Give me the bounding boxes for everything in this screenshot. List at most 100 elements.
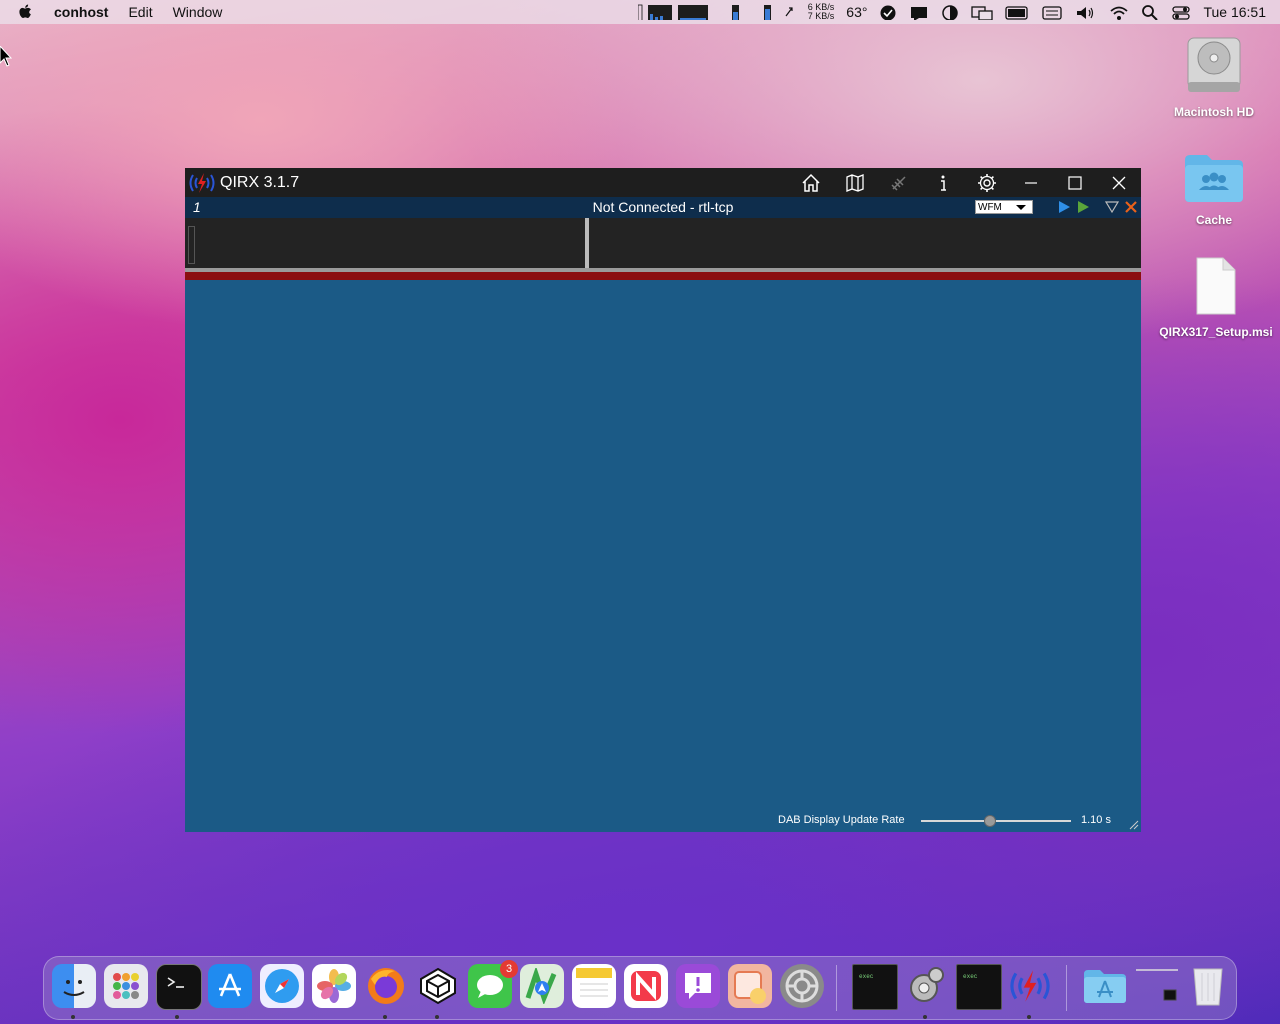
dock-feedback-assistant[interactable]: [676, 964, 720, 1008]
clock[interactable]: Tue 16:51: [1203, 4, 1266, 20]
dock-app-store[interactable]: [208, 964, 252, 1008]
disk-icon[interactable]: [752, 4, 772, 20]
network-speed[interactable]: 6 KB/s 7 KB/s: [808, 3, 835, 21]
home-button[interactable]: [789, 168, 833, 197]
window-titlebar[interactable]: QIRX 3.1.7: [185, 168, 1141, 197]
safari-compass-icon: [265, 969, 299, 1003]
downloads-stack-icon: [1136, 969, 1178, 1001]
chevron-down-icon: [1016, 205, 1026, 210]
terminal-icon: [167, 977, 184, 988]
status-menus: 6 KB/s 7 KB/s 63° Tue 16:51: [637, 0, 1266, 24]
maximize-button[interactable]: [1053, 168, 1097, 197]
map-button[interactable]: [833, 168, 877, 197]
contrast-icon[interactable]: [941, 4, 959, 20]
unity-cube-icon: [420, 967, 456, 1005]
desktop-icon-macintosh-hd[interactable]: Macintosh HD: [1154, 34, 1274, 119]
feedback-icon: [685, 973, 711, 999]
minimize-button[interactable]: [1009, 168, 1053, 197]
slider-knob[interactable]: [984, 815, 996, 827]
home-icon: [802, 173, 820, 192]
dock-downloads-stack[interactable]: [1134, 964, 1178, 1008]
dock-photos[interactable]: [312, 964, 356, 1008]
dock: 3 exec exec: [43, 956, 1237, 1020]
app-store-icon: [219, 973, 241, 997]
desktop-icon-qirx-setup[interactable]: QIRX317_Setup.msi: [1156, 256, 1276, 340]
wine-config-gear-icon: [910, 967, 944, 1002]
status-bar: 1 Not Connected - rtl-tcp WFM: [185, 197, 1141, 218]
qirx-logo-icon: [1010, 970, 1050, 1002]
play-green-icon[interactable]: [1076, 200, 1090, 214]
edit-menu[interactable]: Edit: [128, 4, 152, 20]
settings-button[interactable]: [965, 168, 1009, 197]
launchpad-grid-icon: [113, 973, 139, 999]
desktop-icon-cache[interactable]: Cache: [1154, 152, 1274, 227]
spectrum-display[interactable]: [185, 218, 1141, 268]
satellite-button[interactable]: [877, 168, 921, 197]
finder-icon: [63, 980, 85, 996]
window-menu[interactable]: Window: [173, 4, 223, 20]
dock-messages[interactable]: 3: [468, 960, 518, 1008]
update-rate-panel: DAB Display Update Rate 1.10 s: [185, 810, 1141, 832]
dock-exec-2[interactable]: exec: [956, 964, 1002, 1010]
temperature-readout[interactable]: 63°: [846, 4, 867, 20]
dock-terminal[interactable]: [156, 964, 202, 1010]
dock-unity-hub[interactable]: [416, 964, 460, 1008]
system-preferences-gear-icon: [785, 969, 819, 1003]
qirx-logo-icon: [189, 172, 215, 193]
desktop-icon-label: QIRX317_Setup.msi: [1159, 325, 1273, 339]
spotlight-search-icon[interactable]: [1141, 4, 1159, 20]
dock-wine-config[interactable]: [904, 964, 948, 1008]
dock-finder[interactable]: [52, 964, 96, 1008]
close-icon: [1112, 176, 1126, 189]
running-indicator: [175, 1015, 179, 1019]
dock-exec-1[interactable]: exec: [852, 964, 898, 1010]
play-blue-icon[interactable]: [1057, 200, 1071, 214]
cpu-graph-icon[interactable]: [637, 4, 708, 20]
control-center-icon[interactable]: [1171, 4, 1191, 20]
qirx-window: QIRX 3.1.7 1 Not Connected - rtl-tcp WFM…: [185, 168, 1141, 832]
gear-icon: [978, 173, 996, 192]
dock-maps[interactable]: [520, 964, 564, 1008]
sensors-icon[interactable]: [784, 4, 796, 20]
dock-notes[interactable]: [572, 964, 616, 1008]
dock-scrollbar-app[interactable]: [728, 964, 772, 1008]
notes-icon: [576, 968, 612, 997]
collapse-triangle-icon[interactable]: [1105, 200, 1119, 214]
dock-news[interactable]: [624, 964, 668, 1008]
notification-icon[interactable]: [909, 4, 929, 20]
window-title: QIRX 3.1.7: [220, 173, 300, 191]
map-icon: [846, 173, 864, 192]
keyboard-input-icon[interactable]: [1041, 4, 1063, 20]
shield-icon[interactable]: [879, 4, 897, 20]
document-icon: [1196, 257, 1236, 315]
update-rate-slider[interactable]: [921, 815, 1071, 827]
dock-trash[interactable]: [1186, 964, 1230, 1008]
dock-system-preferences[interactable]: [780, 964, 824, 1008]
battery-icon[interactable]: [1005, 4, 1029, 20]
dock-qirx[interactable]: [1008, 964, 1052, 1008]
memory-icon[interactable]: [720, 4, 740, 20]
wifi-icon[interactable]: [1109, 4, 1129, 20]
minimize-icon: [1025, 181, 1037, 184]
resize-grip-icon[interactable]: [1129, 820, 1139, 830]
frequency-cursor[interactable]: [585, 218, 589, 268]
firefox-icon: [368, 968, 404, 1004]
apple-menu-icon[interactable]: [18, 3, 34, 21]
close-button[interactable]: [1097, 168, 1141, 197]
app-window-icon: [734, 971, 766, 1004]
volume-icon[interactable]: [1075, 4, 1097, 20]
dock-applications-folder[interactable]: [1082, 964, 1126, 1008]
dock-firefox[interactable]: [364, 964, 408, 1008]
dock-safari[interactable]: [260, 964, 304, 1008]
mouse-pointer-icon: [0, 46, 12, 67]
close-x-orange-icon[interactable]: [1124, 200, 1138, 214]
app-menu[interactable]: conhost: [54, 4, 108, 20]
shared-folder-icon: [1185, 155, 1243, 202]
info-button[interactable]: [921, 168, 965, 197]
demod-mode-select[interactable]: WFM: [975, 200, 1033, 214]
signal-bar: [185, 272, 1141, 280]
update-rate-label: DAB Display Update Rate: [778, 814, 905, 826]
dock-launchpad[interactable]: [104, 964, 148, 1008]
displays-icon[interactable]: [971, 4, 994, 20]
level-marker: [188, 226, 195, 264]
